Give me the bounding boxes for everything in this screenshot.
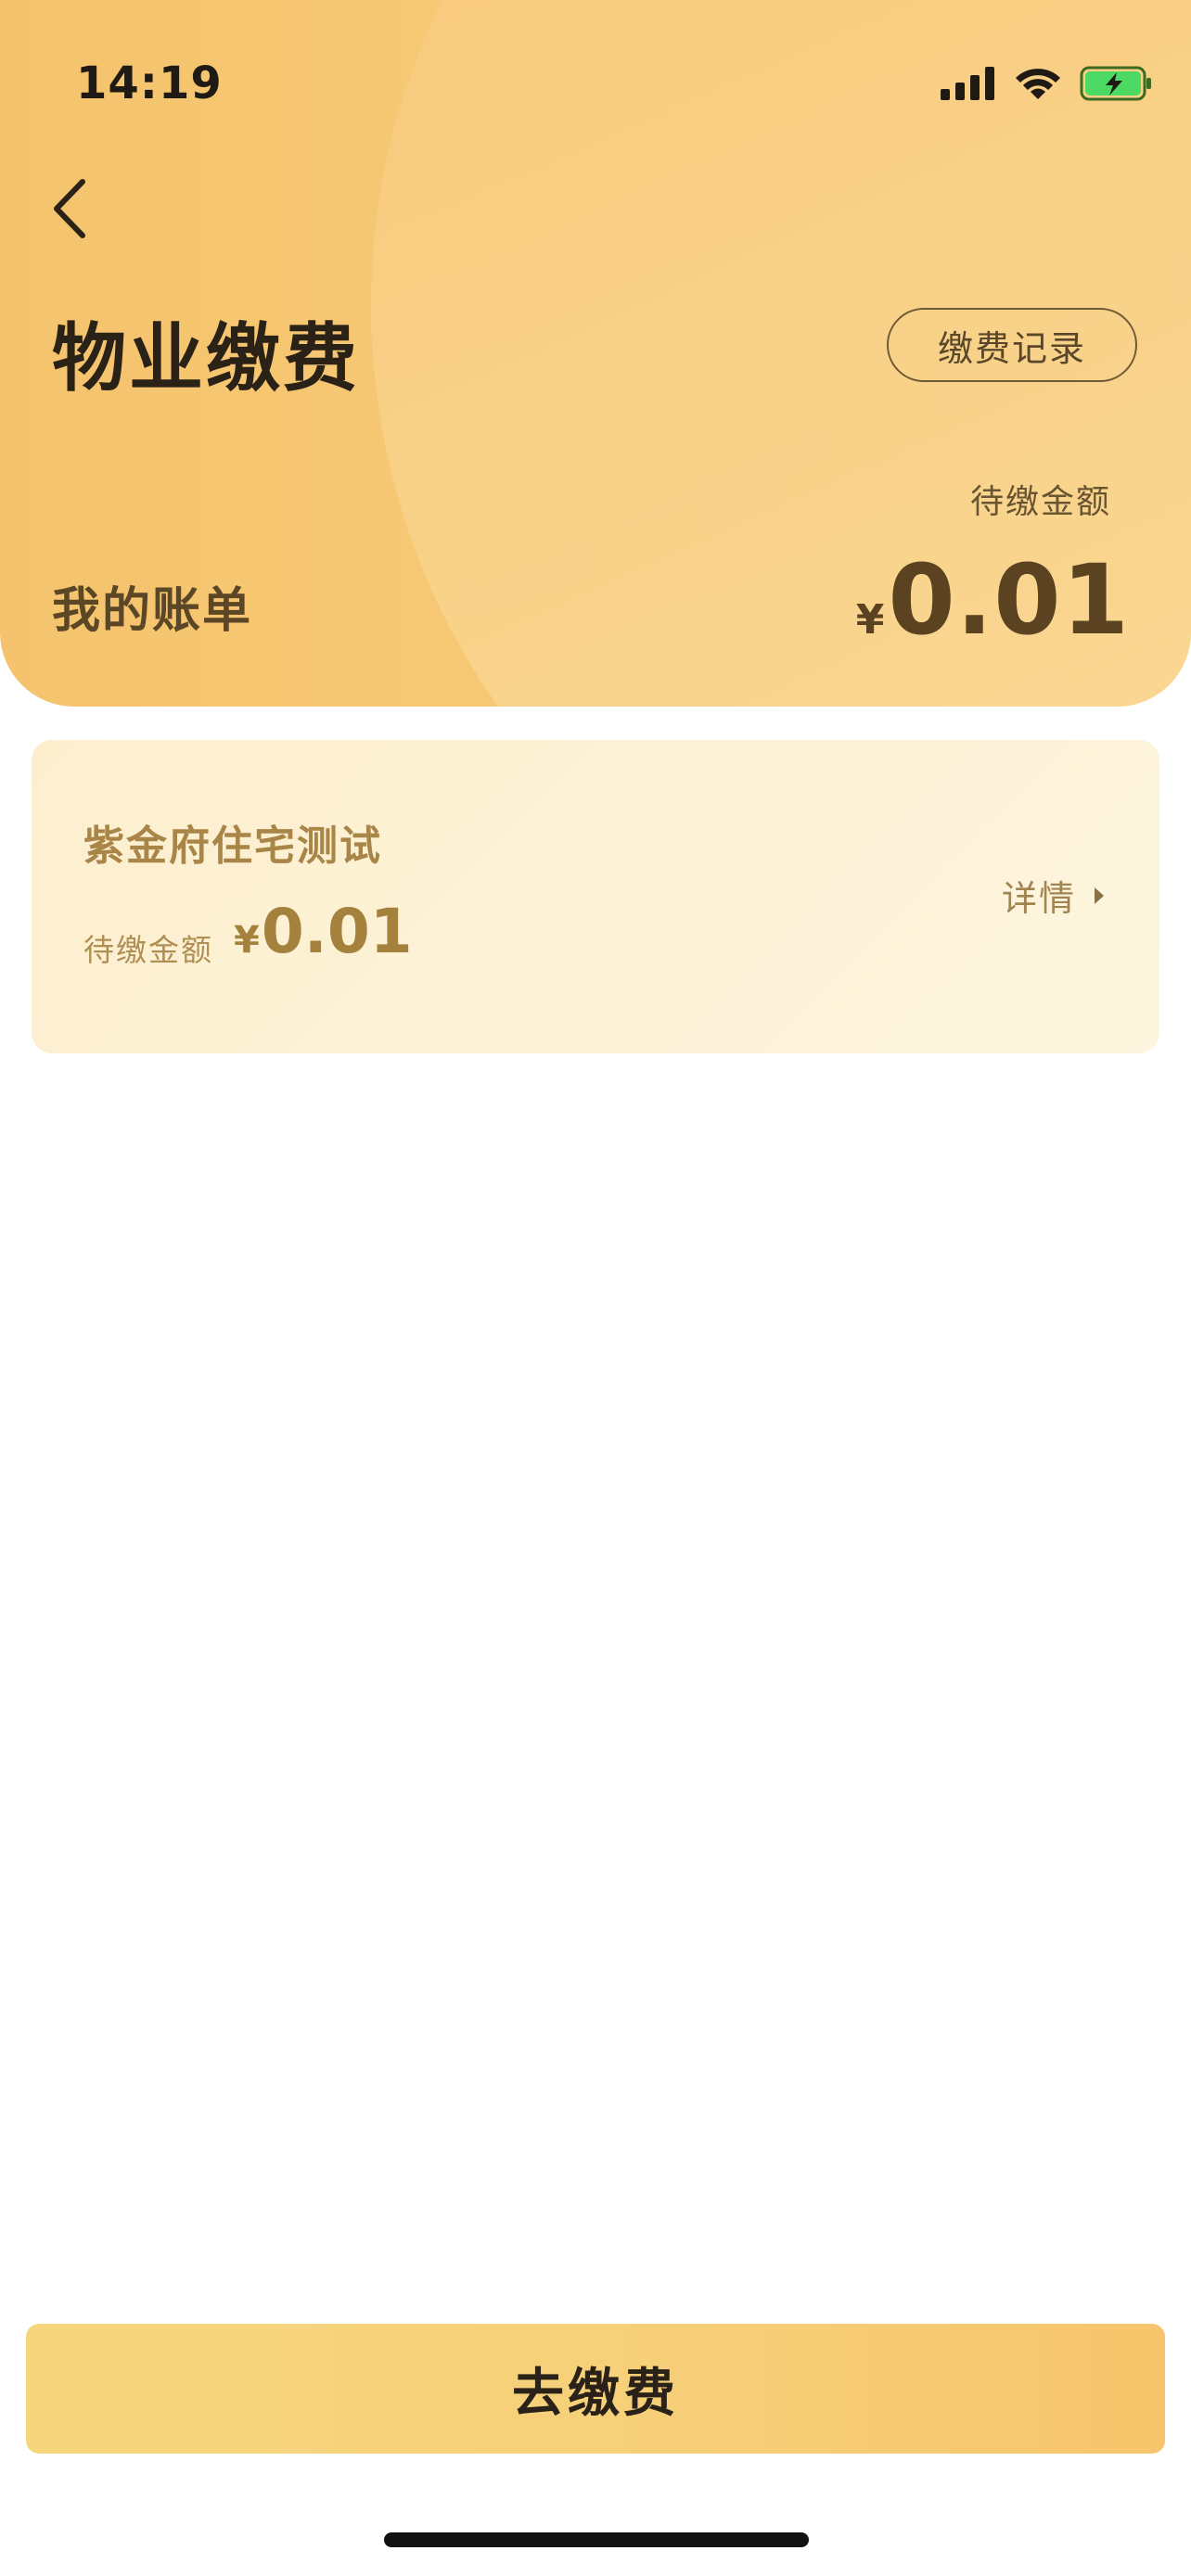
total-pending-label: 待缴金额 bbox=[969, 483, 1111, 521]
my-bill-label: 我的账单 bbox=[52, 583, 253, 639]
home-indicator bbox=[384, 2532, 809, 2547]
go-pay-button[interactable]: 去缴费 bbox=[26, 2324, 1165, 2454]
caret-right-icon bbox=[1095, 886, 1104, 904]
total-amount-value: 0.01 bbox=[888, 543, 1130, 657]
currency-symbol: ¥ bbox=[855, 596, 885, 644]
status-icons bbox=[941, 65, 1154, 106]
wifi-icon bbox=[1013, 66, 1063, 105]
payment-record-button[interactable]: 缴费记录 bbox=[887, 308, 1137, 382]
property-fee-page: 14:19 物业缴费 缴费记录 待缴金额 我的账单 ¥ 0.01 紫金府住宅测试… bbox=[0, 0, 1191, 2576]
signal-icon bbox=[941, 67, 996, 104]
status-time: 14:19 bbox=[76, 57, 223, 109]
bill-pending-label: 待缴金额 bbox=[83, 932, 213, 968]
bill-detail-label: 详情 bbox=[1001, 878, 1076, 919]
currency-symbol: ¥ bbox=[234, 919, 260, 962]
battery-charging-icon bbox=[1080, 65, 1154, 106]
bill-property-name: 紫金府住宅测试 bbox=[83, 823, 382, 870]
total-pending-amount: ¥ 0.01 bbox=[856, 543, 1130, 657]
chevron-left-icon bbox=[54, 179, 85, 238]
bill-amount-value: 0.01 bbox=[261, 896, 413, 967]
bill-detail-link[interactable]: 详情 bbox=[1002, 870, 1106, 921]
header-banner: 14:19 物业缴费 缴费记录 待缴金额 我的账单 ¥ 0.01 bbox=[0, 0, 1191, 707]
bill-card[interactable]: 紫金府住宅测试 待缴金额 ¥ 0.01 详情 bbox=[32, 740, 1159, 1053]
back-button[interactable] bbox=[37, 167, 102, 250]
bill-amount: ¥ 0.01 bbox=[234, 896, 413, 967]
page-title: 物业缴费 bbox=[52, 315, 360, 402]
